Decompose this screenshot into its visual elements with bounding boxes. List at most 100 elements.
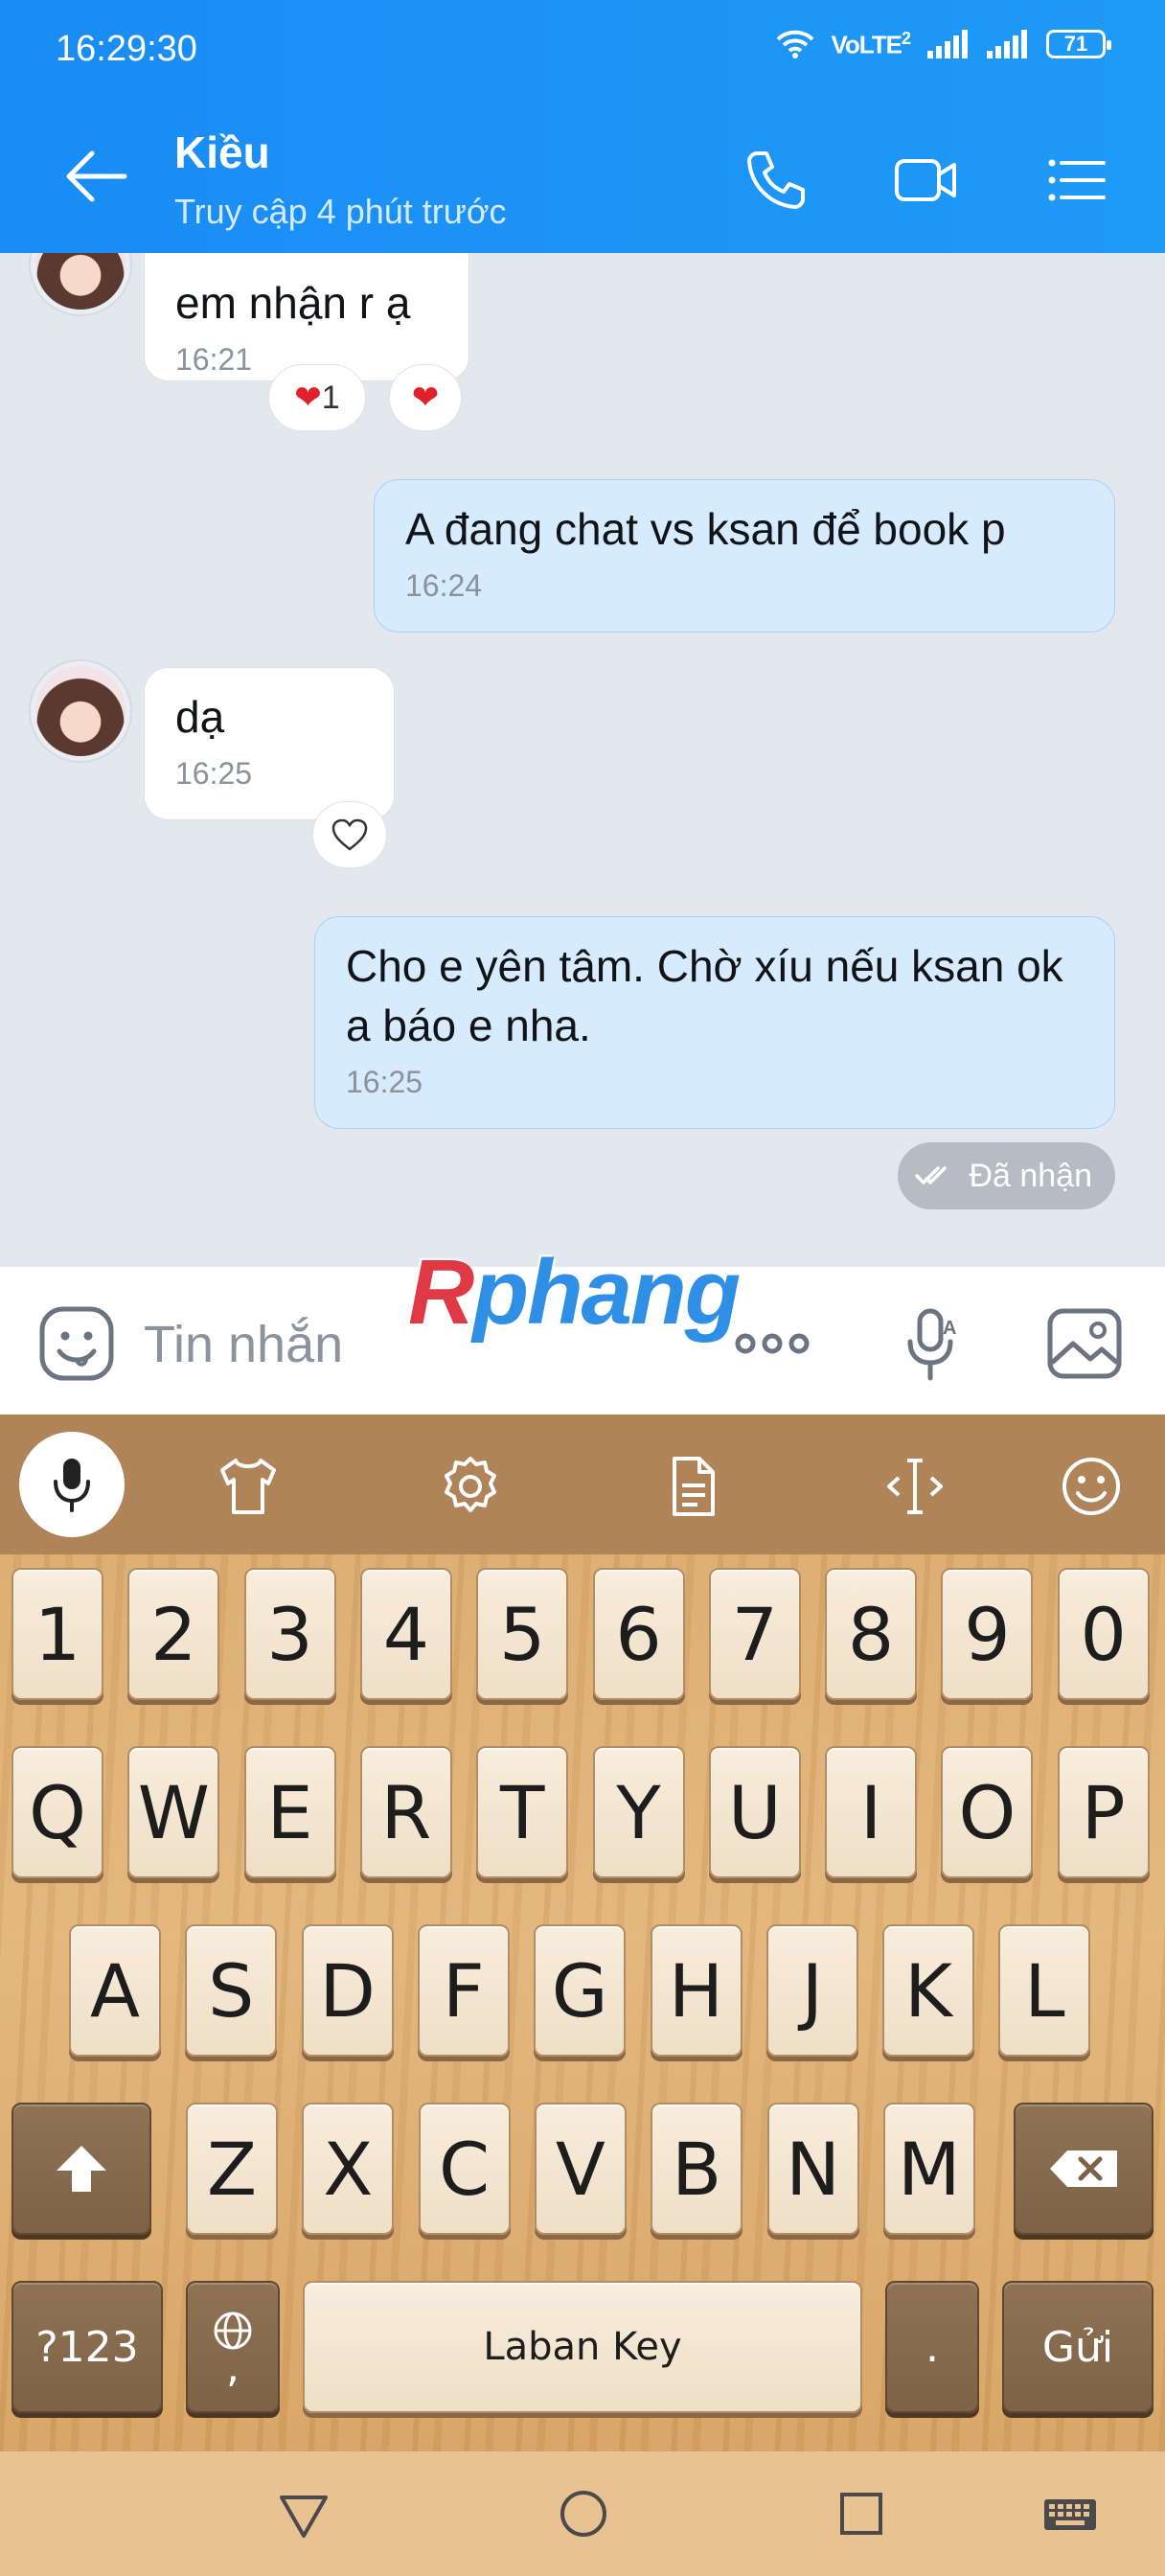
key-h[interactable]: H — [650, 1924, 742, 2057]
back-arrow-icon[interactable] — [65, 150, 128, 203]
chat-header: 16:29:30 VoLTE2 71 Kiều Truy cập 4 phút … — [0, 0, 1165, 253]
laban-keyboard: 1 2 3 4 5 6 7 8 9 0 Q W E R T Y U I O P A S D F G H J K L Z X C V B N M ?123… — [0, 1414, 1165, 2451]
key-9[interactable]: 9 — [941, 1568, 1034, 1700]
message-time: 16:24 — [405, 568, 483, 603]
contact-avatar[interactable] — [31, 661, 130, 761]
watermark-logo: Rphang — [408, 1241, 741, 1344]
key-y[interactable]: Y — [592, 1746, 685, 1878]
key-2[interactable]: 2 — [127, 1568, 220, 1700]
heart-icon: ❤ — [294, 380, 322, 416]
key-k[interactable]: K — [882, 1924, 975, 2057]
status-icons: VoLTE2 71 — [776, 29, 1111, 60]
nav-back-triangle-icon[interactable] — [274, 2484, 333, 2543]
double-check-icon — [915, 1166, 948, 1184]
reaction-count: 1 — [321, 379, 340, 416]
key-o[interactable]: O — [941, 1746, 1034, 1878]
shift-arrow-icon — [57, 2146, 106, 2192]
menu-list-icon[interactable] — [1044, 148, 1109, 213]
key-z[interactable]: Z — [186, 2103, 278, 2235]
phone-call-icon[interactable] — [743, 148, 809, 213]
contact-name[interactable]: Kiều — [174, 126, 270, 178]
more-options-icon[interactable] — [732, 1303, 812, 1384]
key-j[interactable]: J — [765, 1924, 858, 2057]
wifi-icon — [776, 31, 813, 59]
period-key[interactable]: . — [885, 2281, 979, 2413]
nav-home-circle-icon[interactable] — [554, 2484, 613, 2543]
nav-recents-square-icon[interactable] — [832, 2484, 891, 2543]
theme-shirt-icon[interactable] — [215, 1453, 282, 1520]
settings-gear-icon[interactable] — [437, 1453, 504, 1520]
video-call-icon[interactable] — [893, 148, 958, 213]
key-d[interactable]: D — [301, 1924, 394, 2057]
key-7[interactable]: 7 — [708, 1568, 801, 1700]
message-bubble-outgoing[interactable]: Cho e yên tâm. Chờ xíu nếu ksan ok a báo… — [314, 916, 1115, 1129]
message-text: em nhận r ạ — [175, 278, 411, 328]
key-5[interactable]: 5 — [476, 1568, 569, 1700]
key-4[interactable]: 4 — [359, 1568, 452, 1700]
key-r[interactable]: R — [359, 1746, 452, 1878]
message-bubble-outgoing[interactable]: A đang chat vs ksan để book p 16:24 — [374, 479, 1115, 632]
key-1[interactable]: 1 — [11, 1568, 103, 1700]
key-a[interactable]: A — [69, 1924, 161, 2057]
symbols-key[interactable]: ?123 — [11, 2281, 163, 2413]
key-u[interactable]: U — [708, 1746, 801, 1878]
key-f[interactable]: F — [417, 1924, 510, 2057]
message-bubble-incoming[interactable]: dạ 16:25 — [144, 667, 395, 820]
key-s[interactable]: S — [185, 1924, 278, 2057]
contact-avatar[interactable] — [31, 253, 130, 314]
key-l[interactable]: L — [998, 1924, 1091, 2057]
message-text: A đang chat vs ksan để book p — [405, 504, 1006, 554]
key-6[interactable]: 6 — [592, 1568, 685, 1700]
message-input[interactable]: Tin nhắn — [144, 1315, 343, 1374]
key-n[interactable]: N — [766, 2103, 859, 2235]
signal-icon — [927, 30, 968, 59]
spacebar[interactable]: Laban Key — [303, 2281, 862, 2413]
sticker-emoji-icon[interactable] — [36, 1303, 117, 1384]
key-i[interactable]: I — [825, 1746, 918, 1878]
key-b[interactable]: B — [651, 2103, 743, 2235]
message-bubble-incoming[interactable]: em nhận r ạ 16:21 — [144, 253, 469, 381]
message-time: 16:25 — [175, 756, 253, 791]
key-m[interactable]: M — [882, 2103, 975, 2235]
key-3[interactable]: 3 — [243, 1568, 336, 1700]
key-q[interactable]: Q — [11, 1746, 103, 1878]
react-heart-button[interactable]: ❤ — [389, 364, 462, 431]
key-x[interactable]: X — [302, 2103, 395, 2235]
backspace-icon — [1050, 2150, 1117, 2187]
cursor-move-icon[interactable] — [881, 1453, 948, 1520]
delivered-status: Đã nhận — [898, 1142, 1115, 1209]
key-v[interactable]: V — [534, 2103, 627, 2235]
key-t[interactable]: T — [476, 1746, 569, 1878]
send-key[interactable]: Gửi — [1002, 2281, 1154, 2413]
voice-to-text-mic-icon[interactable]: A — [891, 1303, 971, 1384]
key-g[interactable]: G — [534, 1924, 627, 2057]
voice-input-button[interactable] — [19, 1432, 125, 1537]
chat-messages[interactable]: em nhận r ạ 16:21 ❤ 1 ❤ A đang chat vs ks… — [0, 253, 1165, 1267]
comma-language-key[interactable]: , — [186, 2281, 280, 2413]
nav-keyboard-icon[interactable] — [1040, 2484, 1100, 2543]
volte-label: VoLTE2 — [831, 29, 912, 59]
heart-outline-icon — [331, 818, 368, 851]
keyboard-toolbar — [0, 1414, 1165, 1554]
battery-icon: 71 — [1046, 30, 1111, 59]
last-seen-status: Truy cập 4 phút trước — [174, 192, 507, 231]
emoji-smiley-icon[interactable] — [1058, 1453, 1125, 1520]
key-0[interactable]: 0 — [1057, 1568, 1150, 1700]
image-gallery-icon[interactable] — [1044, 1303, 1125, 1384]
backspace-key[interactable] — [1014, 2103, 1154, 2235]
react-heart-button[interactable] — [312, 801, 387, 868]
clipboard-document-icon[interactable] — [659, 1453, 726, 1520]
key-w[interactable]: W — [127, 1746, 220, 1878]
microphone-icon — [54, 1459, 90, 1512]
message-text: dạ — [175, 692, 225, 742]
status-time: 16:29:30 — [56, 29, 197, 69]
key-c[interactable]: C — [418, 2103, 511, 2235]
reaction-heart-count[interactable]: ❤ 1 — [268, 364, 366, 431]
system-nav-bar — [0, 2451, 1165, 2576]
key-e[interactable]: E — [243, 1746, 336, 1878]
key-8[interactable]: 8 — [825, 1568, 918, 1700]
svg-text:A: A — [943, 1318, 956, 1339]
comma-label: , — [226, 2343, 240, 2392]
shift-key[interactable] — [11, 2103, 151, 2235]
key-p[interactable]: P — [1057, 1746, 1150, 1878]
